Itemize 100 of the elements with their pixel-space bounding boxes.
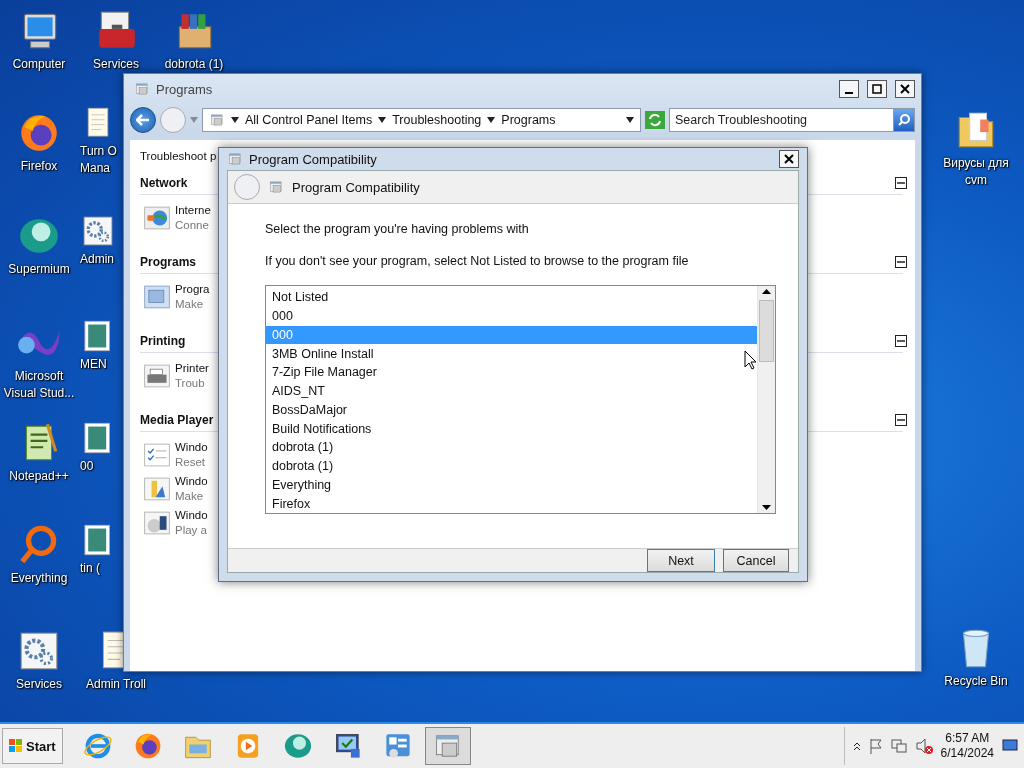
program-list-item[interactable]: Firefox — [266, 494, 757, 513]
desktop-icon-label[interactable]: Turn O — [80, 144, 117, 158]
program-list-item[interactable]: AIDS_NT — [266, 381, 757, 401]
program-list-item[interactable]: 7-Zip File Manager — [266, 363, 757, 382]
flag-icon[interactable] — [868, 738, 883, 754]
troubleshooter-icon — [142, 282, 172, 312]
desktop-icon-label[interactable]: Firefox — [20, 159, 58, 173]
troubleshooter-description: Troub — [175, 376, 206, 391]
search-button[interactable] — [893, 108, 915, 132]
search-field[interactable]: Search Troubleshooting — [669, 108, 893, 132]
desktop-icon-label[interactable]: Computer — [12, 57, 66, 71]
close-button[interactable] — [779, 150, 799, 168]
desktop-icon-label[interactable]: Recycle Bin — [944, 674, 1008, 688]
desktop-icon-label[interactable]: cvm — [965, 173, 987, 187]
desktop-icon-label[interactable]: Supermium — [8, 262, 70, 276]
breadcrumb-caret-icon[interactable] — [487, 117, 496, 123]
desktop-icon-label[interactable]: Services — [93, 57, 139, 71]
troubleshooter-description: Make — [175, 297, 205, 312]
scrollbar[interactable] — [757, 286, 775, 513]
troubleshooter-icon — [142, 440, 172, 470]
show-desktop-icon[interactable] — [1002, 739, 1018, 753]
desktop-icon-label[interactable]: Admin Troll — [86, 677, 146, 691]
wizard-heading: Program Compatibility — [292, 179, 420, 195]
troubleshooter-link[interactable]: Windo — [175, 508, 208, 523]
breadcrumb-caret-icon[interactable] — [231, 117, 239, 123]
address-bar[interactable]: All Control Panel Items Troubleshooting Programs — [202, 108, 641, 132]
desktop-icon-label[interactable]: dobrota (1) — [164, 57, 224, 71]
troubleshooter-icon — [142, 508, 172, 538]
troubleshooter-link[interactable]: Windo — [175, 474, 208, 489]
breadcrumb-item[interactable]: All Control Panel Items — [245, 113, 373, 127]
page-heading: Troubleshoot p — [140, 150, 217, 162]
cancel-button[interactable]: Cancel — [723, 549, 789, 572]
window-icon — [134, 81, 150, 97]
muted-speaker-icon[interactable] — [914, 738, 933, 754]
program-list-item[interactable]: Not Listed — [266, 288, 757, 307]
show-hidden-icons-icon[interactable] — [852, 741, 861, 751]
program-list-item[interactable]: Everything — [266, 475, 757, 495]
troubleshooter-icon — [142, 361, 172, 391]
troubleshooter-link[interactable]: Windo — [175, 440, 208, 455]
dialog-title: Program Compatibility — [249, 151, 378, 167]
clock-date[interactable]: 6/14/2024 — [940, 746, 994, 761]
clock-time[interactable]: 6:57 AM — [945, 731, 990, 746]
troubleshooter-link[interactable]: Progra — [175, 282, 210, 297]
desktop-icon-label[interactable]: Mana — [80, 161, 111, 175]
desktop-icon-label[interactable]: Вирусы для — [943, 156, 1009, 170]
collapse-button[interactable] — [895, 414, 907, 426]
collapse-button[interactable] — [895, 177, 907, 189]
desktop-shortcut-icon — [80, 213, 116, 249]
troubleshooter-description: Reset — [175, 455, 207, 470]
desktop-icon-label[interactable]: Visual Stud... — [3, 386, 75, 400]
program-list-item[interactable]: dobrota (1) — [266, 438, 757, 457]
collapse-button[interactable] — [895, 335, 907, 347]
scroll-thumb[interactable] — [759, 300, 774, 362]
program-list-item[interactable]: Build Notifications — [266, 419, 757, 438]
maximize-icon — [872, 84, 882, 94]
group-heading: Network — [140, 176, 188, 190]
dialog-icon — [227, 151, 243, 167]
troubleshooter-link[interactable]: Interne — [175, 203, 211, 218]
group-heading: Programs — [140, 255, 197, 269]
refresh-icon[interactable] — [645, 111, 665, 129]
maximize-button[interactable] — [867, 80, 887, 98]
hint-text: If you don't see your program, select Not Listed to browse to the program file — [265, 254, 690, 268]
desktop-icon-label[interactable]: Notepad++ — [9, 469, 69, 483]
collapse-button[interactable] — [895, 256, 907, 268]
arrow-left-icon — [136, 114, 150, 126]
desktop-icon-label[interactable]: Microsoft — [14, 369, 64, 383]
desktop-icon-label[interactable]: Admin — [80, 252, 114, 266]
troubleshooter-description: Play a — [175, 523, 208, 538]
close-icon — [784, 154, 794, 164]
breadcrumb-item[interactable]: Troubleshooting — [392, 113, 482, 127]
minus-icon — [897, 416, 905, 424]
desktop-icon-label[interactable]: 00 — [80, 459, 94, 473]
minimize-button[interactable] — [839, 80, 859, 98]
desktop-icon-label[interactable]: Services — [16, 677, 62, 691]
dropdown-caret-icon[interactable] — [626, 117, 634, 123]
windows-logo-icon — [9, 739, 23, 753]
breadcrumb-caret-icon[interactable] — [378, 117, 387, 123]
desktop-icon-label[interactable]: Everything — [10, 571, 68, 585]
troubleshooter-description: Conne — [175, 218, 210, 233]
group-heading: Printing — [140, 334, 186, 348]
close-icon — [900, 84, 910, 94]
group-heading: Media Player — [140, 413, 214, 427]
troubleshooter-icon — [142, 474, 172, 504]
troubleshooter-link[interactable]: Printer — [175, 361, 209, 376]
minus-icon — [897, 179, 905, 187]
close-button[interactable] — [895, 80, 915, 98]
wizard-icon — [268, 179, 284, 195]
program-list-item[interactable]: 000 — [266, 306, 757, 326]
desktop-icon-label[interactable]: tin ( — [80, 561, 100, 575]
back-button[interactable] — [130, 107, 156, 133]
troubleshooter-icon — [142, 203, 172, 233]
program-list-item[interactable]: dobrota (1) — [266, 456, 757, 476]
program-list-item[interactable]: BossDaMajor — [266, 400, 757, 420]
network-icon[interactable] — [890, 738, 907, 754]
start-button[interactable]: Start — [2, 728, 63, 764]
breadcrumb-item[interactable]: Programs — [501, 113, 556, 127]
window-title: Programs — [156, 81, 214, 97]
troubleshooter-description: Make — [175, 489, 205, 504]
desktop-icon-label[interactable]: MEN — [80, 357, 107, 371]
next-button[interactable]: Next — [647, 549, 715, 572]
